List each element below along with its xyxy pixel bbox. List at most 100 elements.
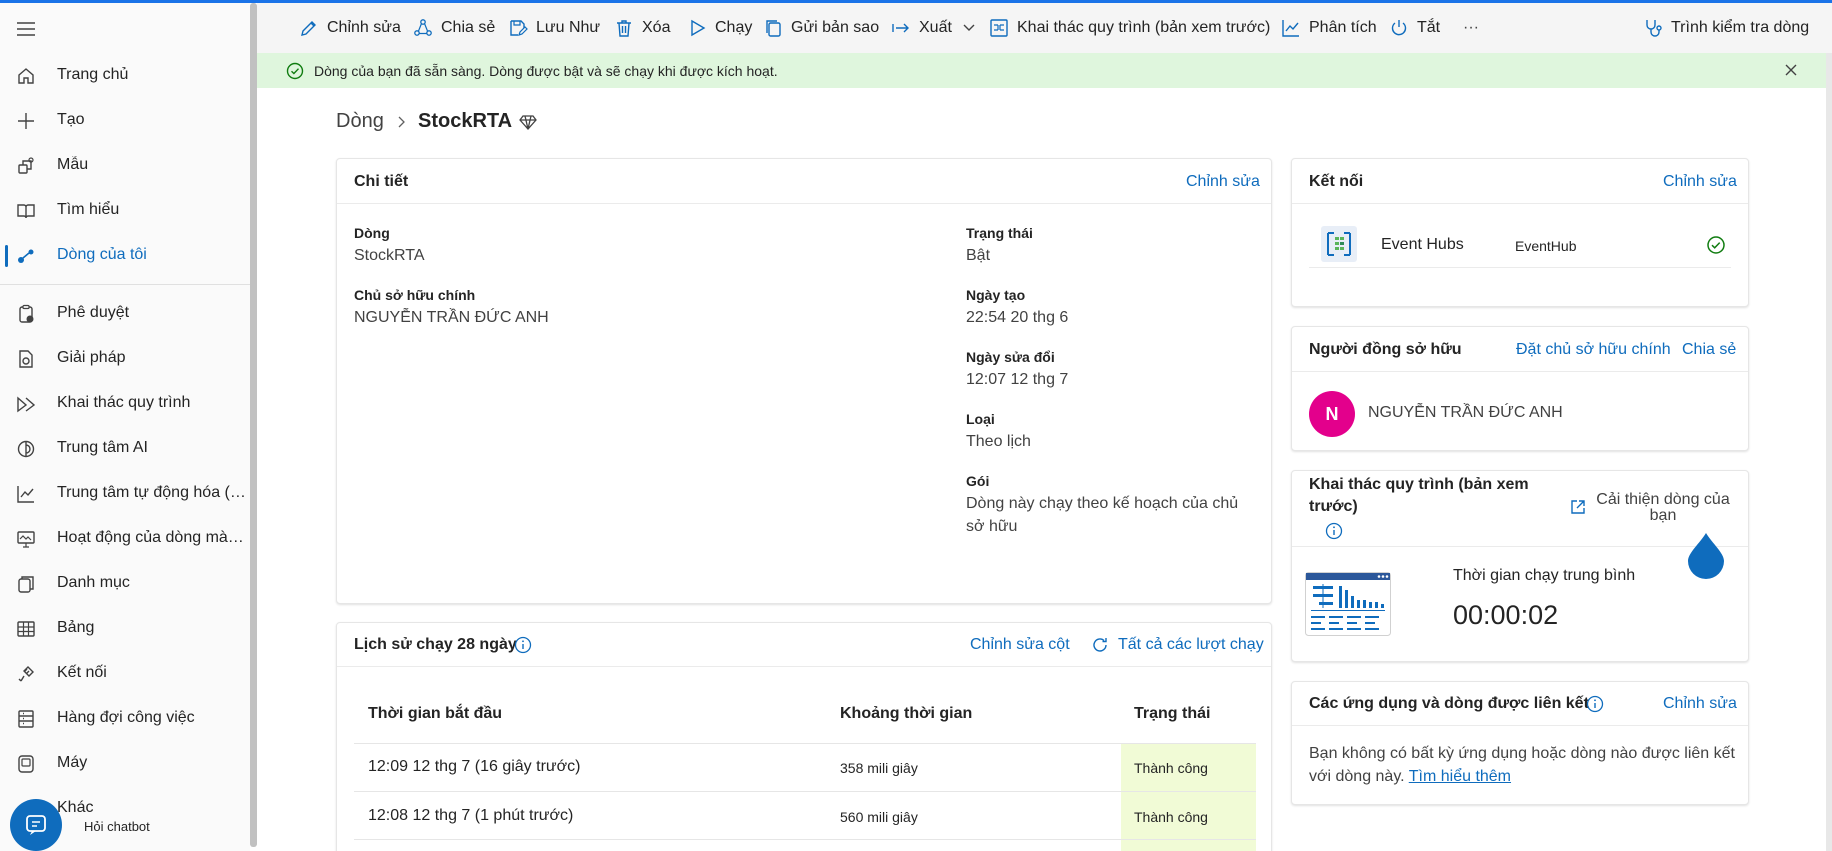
connection-icon <box>16 664 36 684</box>
export-icon <box>891 18 911 38</box>
co-owners-share-link[interactable]: Chia sẻ <box>1682 341 1736 359</box>
flow-checker-button[interactable]: Trình kiểm tra dòng <box>1643 17 1809 39</box>
linked-apps-edit-link[interactable]: Chỉnh sửa <box>1663 695 1737 713</box>
page-title: StockRTA <box>418 110 513 132</box>
send-copy-button[interactable]: Gửi bản sao <box>763 17 879 39</box>
export-button[interactable]: Xuất <box>891 17 976 39</box>
divider <box>1292 371 1748 372</box>
turn-off-button[interactable]: Tắt <box>1389 17 1440 39</box>
flow-name-value: StockRTA <box>354 247 425 264</box>
all-runs-link[interactable]: Tất cả các lượt chạy <box>1118 636 1264 654</box>
sidebar-item-automation-center[interactable]: Trung tâm tự động hóa (b... <box>0 473 250 513</box>
process-mining-button[interactable]: Khai thác quy trình (bản xem trước) <box>989 17 1270 39</box>
process-mining-icon <box>16 394 36 414</box>
sidebar-item-work-queues[interactable]: Hàng đợi công việc <box>0 698 250 738</box>
run-button[interactable]: Chạy <box>687 17 752 39</box>
details-edit-link[interactable]: Chỉnh sửa <box>1186 173 1260 191</box>
linked-apps-title: Các ứng dụng và dòng được liên kết <box>1309 695 1589 712</box>
refresh-icon[interactable] <box>1090 635 1110 655</box>
water-drop-icon <box>1686 531 1726 579</box>
edit-columns-link[interactable]: Chỉnh sửa cột <box>970 636 1070 654</box>
sidebar-item-catalog[interactable]: Danh mục <box>0 563 250 603</box>
run-start-time[interactable]: 12:08 12 thg 7 (1 phút trước) <box>368 807 573 825</box>
linked-apps-message: Bạn không có bất kỳ ứng dụng hoặc dòng n… <box>1309 745 1735 785</box>
info-icon[interactable] <box>514 636 532 654</box>
info-icon[interactable] <box>1586 695 1604 713</box>
set-primary-owner-link[interactable]: Đặt chủ sở hữu chính <box>1516 341 1671 359</box>
book-icon <box>16 201 36 221</box>
column-header-status[interactable]: Trạng thái <box>1134 705 1210 723</box>
save-as-icon <box>508 18 528 38</box>
run-start-time[interactable]: 12:09 12 thg 7 (16 giây trước) <box>368 758 580 776</box>
improve-flow-link[interactable]: Cải thiện dòng của bạn <box>1593 492 1733 524</box>
page-scrollbar[interactable] <box>1826 53 1832 851</box>
avg-runtime-label: Thời gian chạy trung bình <box>1453 567 1636 584</box>
sidebar-item-label: Mẫu <box>57 156 89 173</box>
column-header-duration[interactable]: Khoảng thời gian <box>840 705 972 723</box>
more-options-button[interactable]: ··· <box>1463 17 1479 39</box>
plan-value: Dòng này chạy theo kế hoạch của chủ sở h… <box>966 495 1239 535</box>
connections-edit-link[interactable]: Chỉnh sửa <box>1663 173 1737 191</box>
run-status: Thành công <box>1134 809 1208 825</box>
sidebar-item-tables[interactable]: Bảng <box>0 608 250 648</box>
row-divider <box>354 791 1256 792</box>
close-icon[interactable] <box>1783 62 1799 78</box>
success-banner: Dòng của bạn đã sẵn sàng. Dòng được bật … <box>257 53 1832 88</box>
row-divider <box>354 839 1256 840</box>
process-mining-icon <box>989 18 1009 38</box>
sidebar-item-ai-hub[interactable]: Trung tâm AI <box>0 428 250 468</box>
avg-runtime-value: 00:00:02 <box>1453 600 1559 630</box>
divider <box>1309 267 1731 268</box>
run-duration: 358 mili giây <box>840 760 918 776</box>
divider <box>1292 546 1748 547</box>
sidebar-item-machines[interactable]: Máy <box>0 743 250 783</box>
sidebar-item-solutions[interactable]: Giải pháp <box>0 338 250 378</box>
sidebar-item-connections[interactable]: Kết nối <box>0 653 250 693</box>
sidebar-item-templates[interactable]: Mẫu <box>0 145 250 185</box>
breadcrumb-flows-link[interactable]: Dòng <box>336 110 384 133</box>
connections-title: Kết nối <box>1309 173 1364 190</box>
save-as-button[interactable]: Lưu Như <box>508 17 600 39</box>
sidebar-item-home[interactable]: Trang chủ <box>0 55 250 95</box>
chart-line-icon <box>1281 18 1301 38</box>
sidebar-item-label: Khác <box>57 799 94 816</box>
run-status: Thành công <box>1134 760 1208 776</box>
event-hubs-icon <box>1321 226 1357 262</box>
ai-hub-icon <box>16 439 36 459</box>
process-chart-thumbnail <box>1305 572 1391 636</box>
open-external-icon[interactable] <box>1569 498 1587 516</box>
share-button[interactable]: Chia sẻ <box>413 17 495 39</box>
status-value: Bật <box>966 247 991 264</box>
co-owners-card: Người đồng sở hữu Đặt chủ sở hữu chính C… <box>1291 326 1749 451</box>
flow-icon <box>16 246 36 266</box>
flow-name-label: Dòng <box>354 225 390 241</box>
modified-label: Ngày sửa đổi <box>966 349 1055 365</box>
sidebar-item-label: Trang chủ <box>57 66 129 83</box>
sidebar-item-label: Tìm hiểu <box>57 201 120 218</box>
column-header-start-time[interactable]: Thời gian bắt đầu <box>368 705 502 723</box>
chatbot-button[interactable] <box>10 799 62 851</box>
chart-line-icon <box>16 484 36 504</box>
banner-message: Dòng của bạn đã sẵn sàng. Dòng được bật … <box>314 63 778 79</box>
sidebar-item-create[interactable]: Tạo <box>0 100 250 140</box>
sidebar-scrollbar[interactable] <box>250 3 257 847</box>
sidebar-item-label: Hoạt động của dòng màn ... <box>57 529 249 546</box>
avatar: N <box>1309 391 1355 437</box>
learn-more-link[interactable]: Tìm hiểu thêm <box>1409 768 1511 785</box>
chevron-down-icon <box>962 21 976 35</box>
sidebar-item-label: Khai thác quy trình <box>57 394 191 411</box>
sidebar-item-approvals[interactable]: Phê duyệt <box>0 293 250 333</box>
sidebar-item-my-flows[interactable]: Dòng của tôi <box>0 235 250 275</box>
info-icon[interactable] <box>1325 522 1343 540</box>
sidebar-item-learn[interactable]: Tìm hiểu <box>0 190 250 230</box>
delete-button[interactable]: Xóa <box>614 17 670 39</box>
sidebar-item-label: Phê duyệt <box>57 304 130 321</box>
analytics-button[interactable]: Phân tích <box>1281 17 1377 39</box>
edit-button[interactable]: Chỉnh sửa <box>299 17 401 39</box>
sidebar-item-process-mining[interactable]: Khai thác quy trình <box>0 383 250 423</box>
created-value: 22:54 20 thg 6 <box>966 309 1069 326</box>
plan-label: Gói <box>966 473 990 489</box>
sidebar-item-desktop-flow-activity[interactable]: Hoạt động của dòng màn ... <box>0 518 250 558</box>
solution-icon <box>16 349 36 369</box>
hamburger-menu-icon[interactable] <box>14 17 38 41</box>
